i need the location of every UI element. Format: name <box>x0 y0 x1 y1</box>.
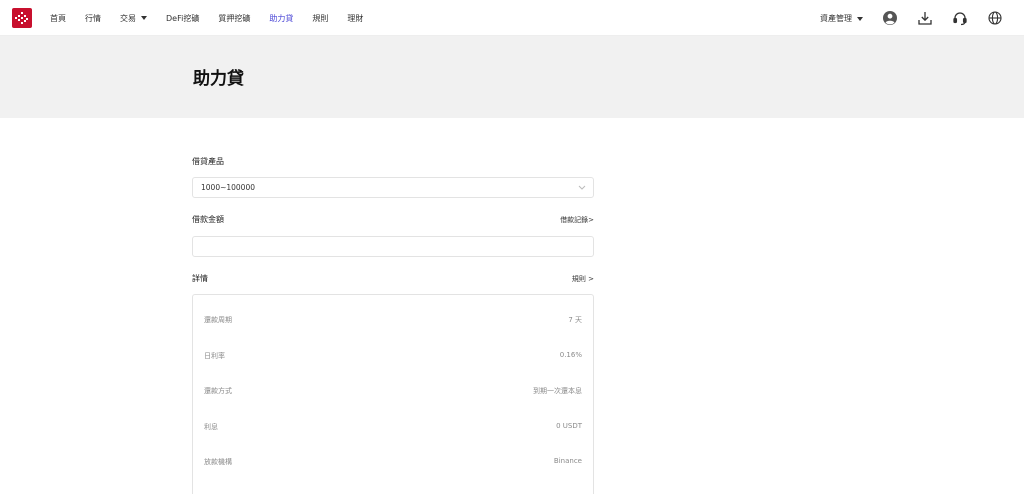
page-banner: 助力貸 <box>0 36 1024 118</box>
nav-item-trade[interactable]: 交易 <box>120 13 147 24</box>
detail-value: 7 天 <box>568 316 582 324</box>
top-navbar: 首頁 行情 交易 DeFi挖礦 質押挖礦 助力貸 規則 理財 資產管理 <box>0 0 1024 36</box>
nav-item-staking-mining[interactable]: 質押挖礦 <box>218 13 250 24</box>
detail-row-repayment-method: 還款方式 到期一次還本息 <box>204 386 582 398</box>
product-select[interactable]: 1000~100000 <box>192 177 594 198</box>
product-label: 借貸產品 <box>192 157 224 166</box>
asset-management-label: 資產管理 <box>820 14 852 23</box>
asset-management-menu[interactable]: 資產管理 <box>820 13 863 24</box>
details-label: 詳情 <box>192 274 208 283</box>
amount-label: 借款金額 <box>192 215 224 224</box>
amount-input[interactable] <box>192 236 594 257</box>
chevron-down-icon <box>578 185 586 190</box>
caret-down-icon <box>857 16 863 21</box>
logo-icon[interactable] <box>12 8 32 28</box>
download-icon[interactable] <box>917 10 933 26</box>
detail-value: 0 USDT <box>556 422 582 430</box>
nav-item-home[interactable]: 首頁 <box>50 13 66 24</box>
detail-row-repayment-period: 還款周期 7 天 <box>204 315 582 327</box>
detail-value: 0.16% <box>559 351 582 359</box>
detail-key: 放款機構 <box>204 458 232 466</box>
nav-item-defi-mining[interactable]: DeFi挖礦 <box>166 13 199 24</box>
detail-row-daily-rate: 日利率 0.16% <box>204 351 582 363</box>
detail-key: 利息 <box>204 423 218 431</box>
nav-item-market[interactable]: 行情 <box>85 13 101 24</box>
nav-item-trade-label: 交易 <box>120 13 136 23</box>
nav-item-finance[interactable]: 理財 <box>347 13 363 24</box>
details-panel: 還款周期 7 天 日利率 0.16% 還款方式 到期一次還本息 利息 0 USD… <box>192 294 594 494</box>
main-nav: 首頁 行情 交易 DeFi挖礦 質押挖礦 助力貸 規則 理財 <box>50 0 382 36</box>
nav-item-loan[interactable]: 助力貸 <box>269 13 293 24</box>
nav-item-rules[interactable]: 規則 <box>312 13 328 24</box>
detail-row-lender: 放款機構 Binance <box>204 457 582 469</box>
detail-key: 日利率 <box>204 352 225 360</box>
detail-key: 還款周期 <box>204 316 232 324</box>
product-select-value: 1000~100000 <box>201 183 256 192</box>
headset-icon[interactable] <box>952 10 968 26</box>
caret-down-icon <box>141 16 147 20</box>
globe-icon[interactable] <box>987 10 1003 26</box>
rules-link[interactable]: 規則 > <box>572 274 594 284</box>
detail-row-interest: 利息 0 USDT <box>204 422 582 434</box>
detail-value: 到期一次還本息 <box>533 387 582 395</box>
user-avatar-icon[interactable] <box>882 10 898 26</box>
detail-key: 還款方式 <box>204 387 232 395</box>
detail-value: Binance <box>553 457 582 465</box>
page-title: 助力貸 <box>193 69 244 89</box>
loan-records-link[interactable]: 借款記錄> <box>560 215 594 225</box>
